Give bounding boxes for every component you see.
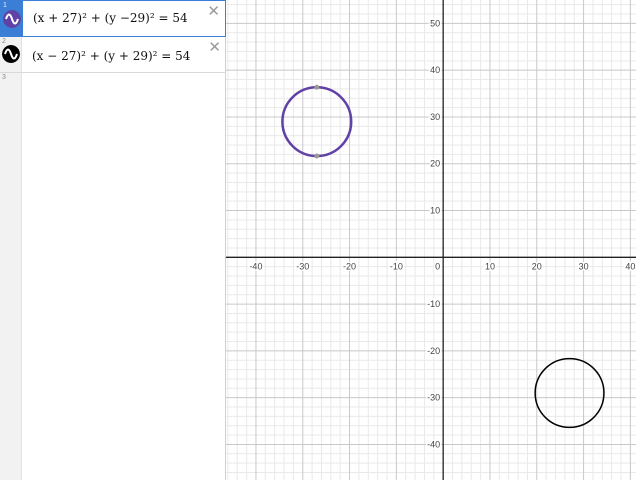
x-tick-label: 0 <box>435 261 440 271</box>
x-tick-label: 20 <box>532 261 542 271</box>
expression-gutter-3: 3 <box>0 73 22 480</box>
point-marker[interactable] <box>314 84 320 90</box>
circle-1[interactable] <box>281 86 353 158</box>
expression-math-1[interactable]: (x + 27)² + (y −29)² = 54 <box>33 11 188 25</box>
y-tick-label: -10 <box>427 299 440 309</box>
point-marker[interactable] <box>314 153 320 159</box>
wave-icon[interactable] <box>3 10 21 28</box>
circle-2[interactable] <box>534 357 605 429</box>
expression-list: 1 (x + 27)² + (y −29)² = 54 ✕ 2 (x − 27)… <box>0 0 226 480</box>
wave-icon[interactable] <box>2 45 20 63</box>
y-tick-label: 10 <box>430 206 440 216</box>
expression-math-2[interactable]: (x − 27)² + (y + 29)² = 54 <box>32 49 190 63</box>
close-icon[interactable]: ✕ <box>208 40 221 55</box>
y-tick-label: -20 <box>427 346 440 356</box>
expression-index-2: 2 <box>2 38 6 45</box>
x-tick-label: 10 <box>485 261 495 271</box>
x-tick-label: 40 <box>625 261 635 271</box>
expression-row-2[interactable]: 2 (x − 27)² + (y + 29)² = 54 ✕ <box>0 37 226 73</box>
expression-row-1[interactable]: 1 (x + 27)² + (y −29)² = 54 ✕ <box>0 0 226 37</box>
y-tick-label: -40 <box>427 439 440 449</box>
x-tick-label: -40 <box>249 261 262 271</box>
expression-index-3: 3 <box>2 74 6 81</box>
y-tick-label: -30 <box>427 393 440 403</box>
expression-gutter-2: 2 <box>0 37 22 72</box>
y-tick-label: 20 <box>430 159 440 169</box>
x-tick-label: -10 <box>390 261 403 271</box>
x-tick-label: 30 <box>579 261 589 271</box>
y-tick-label: 40 <box>430 65 440 75</box>
expression-row-3[interactable]: 3 <box>0 73 226 480</box>
expression-gutter-1: 1 <box>1 1 23 36</box>
x-tick-label: -20 <box>343 261 356 271</box>
y-tick-label: 30 <box>430 112 440 122</box>
expression-index-1: 1 <box>3 2 7 9</box>
close-icon[interactable]: ✕ <box>207 4 220 19</box>
x-tick-label: -30 <box>296 261 309 271</box>
y-tick-label: 50 <box>430 18 440 28</box>
graph-paper[interactable]: -40 -30 -20 -10 0 10 20 30 40 50 40 30 20 10 -10 -20 -30… <box>226 0 636 480</box>
